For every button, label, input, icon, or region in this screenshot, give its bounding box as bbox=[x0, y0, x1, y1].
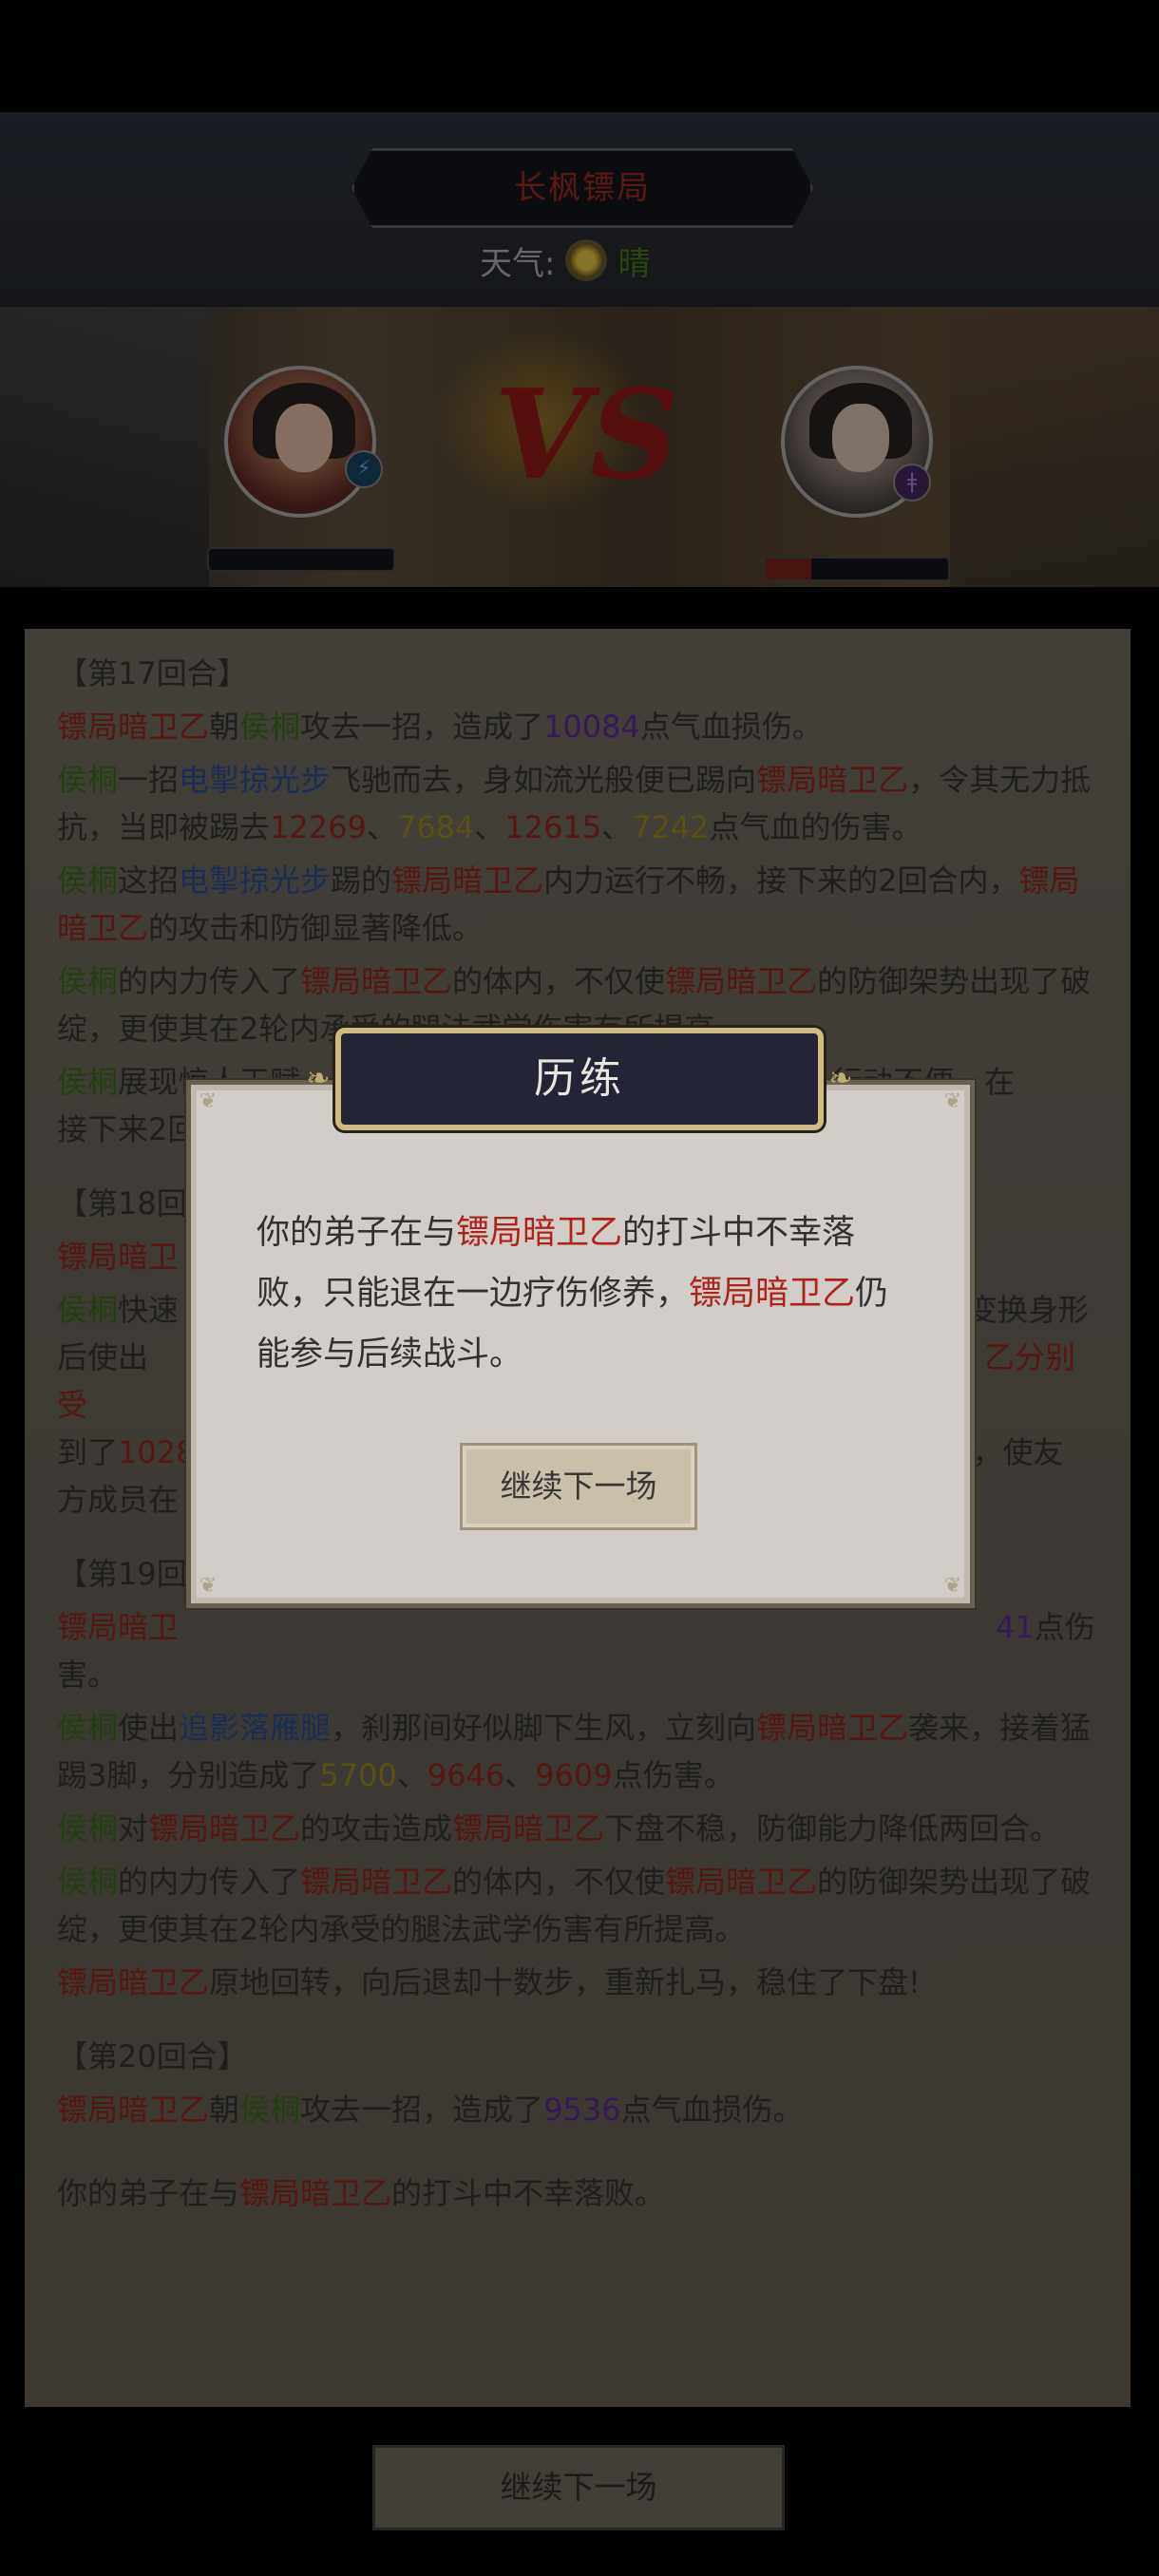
location-title: 长枫镖局 bbox=[514, 169, 651, 207]
player-fighter-avatar[interactable] bbox=[224, 366, 376, 518]
corner-ornament-icon: ❦ bbox=[943, 1574, 962, 1598]
log-line: 镖局暗卫乙朝侯桐攻去一招，造成了9536点气血损伤。 bbox=[57, 2092, 804, 2128]
title-wing-right-icon: ❧ bbox=[828, 1062, 853, 1095]
player-hp-bar bbox=[207, 547, 395, 572]
vs-emblem: VS bbox=[494, 362, 679, 507]
log-line: 你的弟子在与镖局暗卫乙的打斗中不幸落败。 bbox=[57, 2175, 666, 2211]
banner-background-left bbox=[0, 307, 209, 587]
log-line: 镖局暗卫 41点伤 害。 bbox=[57, 1609, 1095, 1693]
status-bar bbox=[0, 0, 1159, 112]
continue-next-button[interactable]: 继续下一场 bbox=[372, 2445, 785, 2530]
avatar-face bbox=[832, 404, 889, 472]
dialog-message: 你的弟子在与镖局暗卫乙的打斗中不幸落败，只能退在一边疗伤修养，镖局暗卫乙仍能参与… bbox=[256, 1214, 889, 1373]
log-line: 侯桐一招电掣掠光步飞驰而去，身如流光般便已踢向镖局暗卫乙，令其无力抵抗，当即被踢… bbox=[57, 762, 1092, 845]
log-line: 镖局暗卫乙原地回转，向后退却十数步，重新扎马，稳住了下盘! bbox=[57, 1964, 921, 2000]
weather-state: 晴 bbox=[618, 244, 651, 283]
sun-icon bbox=[570, 244, 603, 276]
title-wing-left-icon: ❧ bbox=[306, 1062, 331, 1095]
battle-banner: VS bbox=[0, 307, 1159, 587]
avatar-face bbox=[276, 404, 332, 472]
dialog-title: 历练 bbox=[335, 1028, 824, 1130]
log-line: 镖局暗卫乙朝侯桐攻去一招，造成了10084点气血损伤。 bbox=[57, 709, 823, 745]
enemy-hp-bar bbox=[764, 557, 950, 581]
weather-indicator: 天气: 晴 bbox=[480, 239, 651, 283]
dialog-continue-button[interactable]: 继续下一场 bbox=[460, 1443, 697, 1530]
banner-background-right bbox=[950, 307, 1159, 587]
corner-ornament-icon: ❦ bbox=[199, 1089, 218, 1113]
round-header: 【第20回合】 bbox=[57, 2038, 248, 2074]
corner-ornament-icon: ❦ bbox=[943, 1089, 962, 1113]
log-line: 侯桐对镖局暗卫乙的攻击造成镖局暗卫乙下盘不稳，防御能力降低两回合。 bbox=[57, 1810, 1061, 1847]
log-line: 侯桐的内力传入了镖局暗卫乙的体内，不仅使镖局暗卫乙的防御架势出现了破绽，更使其在… bbox=[57, 1864, 1092, 1947]
weather-label: 天气: bbox=[480, 244, 556, 283]
corner-ornament-icon: ❦ bbox=[199, 1574, 218, 1598]
lightning-school-badge-icon: ⚡ bbox=[345, 450, 383, 488]
log-line: 侯桐这招电掣掠光步踢的镖局暗卫乙内力运行不畅，接下来的2回合内，镖局暗卫乙的攻击… bbox=[57, 862, 1080, 946]
location-title-plate: 长枫镖局 bbox=[352, 148, 813, 228]
log-line: 侯桐使出追影落雁腿，刹那间好似脚下生风，立刻向镖局暗卫乙袭来，接着猛踢3脚，分别… bbox=[57, 1710, 1092, 1793]
staff-school-badge-icon: ǂ bbox=[893, 464, 931, 502]
round-header: 【第17回合】 bbox=[57, 655, 248, 691]
enemy-hp-fill bbox=[766, 559, 811, 579]
